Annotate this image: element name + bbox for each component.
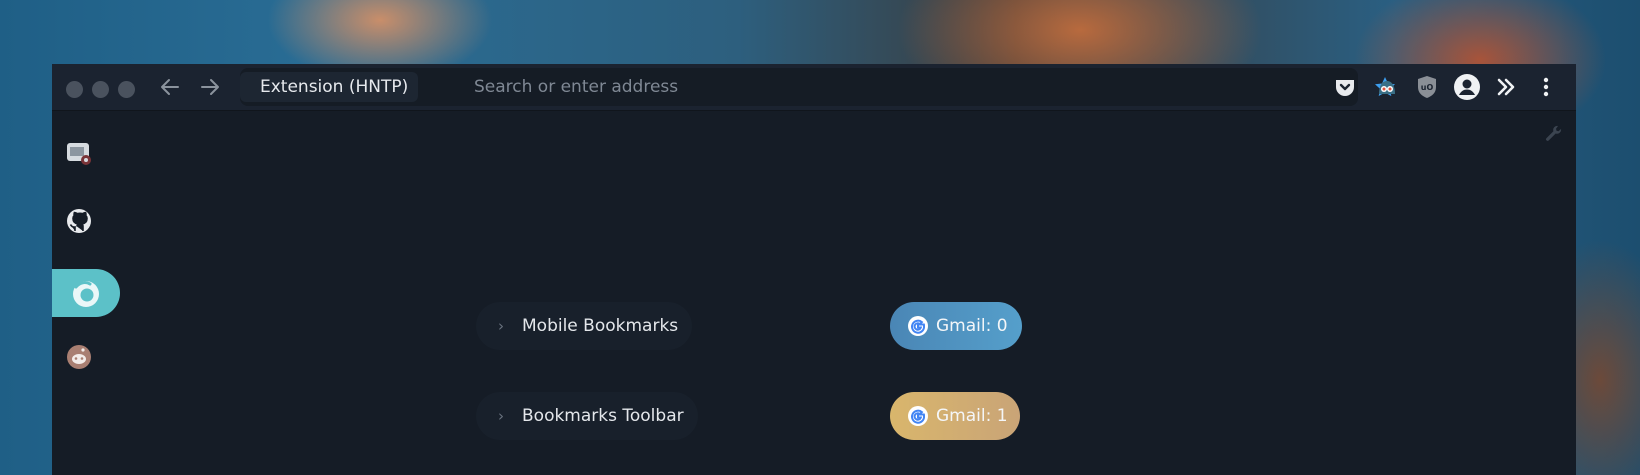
- reddit-icon: [67, 345, 91, 369]
- bookmark-folder-toolbar[interactable]: › Bookmarks Toolbar: [476, 392, 698, 440]
- extension-identity-label[interactable]: Extension (HNTP): [240, 72, 419, 102]
- minimize-button[interactable]: [92, 81, 109, 98]
- account-icon[interactable]: [1453, 73, 1480, 100]
- sidebar-item-github[interactable]: [64, 206, 94, 236]
- screenshot-app-icon: [67, 143, 91, 165]
- forward-arrow-icon[interactable]: [198, 75, 222, 99]
- google-icon: [908, 316, 928, 336]
- google-icon: [908, 406, 928, 426]
- sidebar-item-reddit[interactable]: [64, 342, 94, 372]
- firefox-icon: [73, 281, 99, 307]
- close-button[interactable]: [66, 81, 83, 98]
- kebab-menu-icon[interactable]: [1533, 74, 1559, 100]
- browser-window: Extension (HNTP) Search or enter address…: [52, 64, 1576, 475]
- overflow-chevrons-icon[interactable]: [1493, 74, 1519, 100]
- svg-text:uO: uO: [1421, 83, 1434, 92]
- gmail-label: Gmail: 1: [936, 406, 1008, 426]
- folder-label: Mobile Bookmarks: [522, 316, 679, 336]
- privacy-badger-icon[interactable]: [1374, 74, 1400, 100]
- chevron-right-icon: ›: [498, 317, 504, 335]
- address-placeholder[interactable]: Search or enter address: [474, 68, 678, 106]
- back-arrow-icon[interactable]: [158, 75, 182, 99]
- wrench-icon[interactable]: [1544, 124, 1564, 144]
- chevron-right-icon: ›: [498, 407, 504, 425]
- folder-label: Bookmarks Toolbar: [522, 406, 684, 426]
- gmail-label: Gmail: 0: [936, 316, 1008, 336]
- sidebar-item-firefox[interactable]: [70, 278, 100, 308]
- ublock-origin-icon[interactable]: uO: [1414, 74, 1440, 100]
- toolbar: Extension (HNTP) Search or enter address…: [52, 64, 1576, 111]
- bookmark-folder-mobile[interactable]: › Mobile Bookmarks: [476, 302, 692, 350]
- address-bar[interactable]: Extension (HNTP) Search or enter address: [240, 68, 1395, 106]
- gmail-shortcut-0[interactable]: Gmail: 0: [890, 302, 1022, 350]
- pocket-icon[interactable]: [1332, 74, 1358, 100]
- sidebar-item-screenshot-app[interactable]: [64, 139, 94, 169]
- maximize-button[interactable]: [118, 81, 135, 98]
- github-icon: [67, 209, 91, 233]
- gmail-shortcut-1[interactable]: Gmail: 1: [890, 392, 1020, 440]
